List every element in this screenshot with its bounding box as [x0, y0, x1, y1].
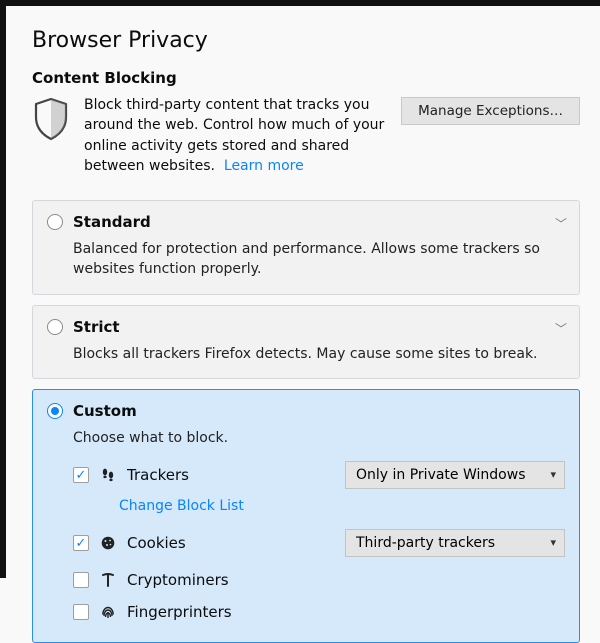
cookie-icon [99, 535, 117, 551]
shield-icon [32, 97, 70, 145]
option-custom[interactable]: Custom Choose what to block. Trackers On… [32, 389, 580, 643]
trackers-label: Trackers [127, 466, 189, 484]
pickaxe-icon [99, 572, 117, 588]
cryptominers-label: Cryptominers [127, 571, 229, 589]
fingerprinters-label: Fingerprinters [127, 603, 232, 621]
option-custom-title: Custom [73, 402, 137, 420]
fingerprint-icon [99, 604, 117, 620]
cookies-label: Cookies [127, 534, 186, 552]
radio-custom[interactable] [47, 403, 63, 419]
radio-standard[interactable] [47, 214, 63, 230]
option-strict-desc: Blocks all trackers Firefox detects. May… [73, 344, 565, 364]
option-standard[interactable]: Standard ﹀ Balanced for protection and p… [32, 200, 580, 295]
manage-exceptions-button[interactable]: Manage Exceptions… [401, 97, 580, 125]
option-custom-desc: Choose what to block. [73, 428, 565, 448]
change-block-list-link[interactable]: Change Block List [119, 498, 565, 514]
radio-strict[interactable] [47, 319, 63, 335]
section-title: Content Blocking [32, 69, 580, 87]
checkbox-trackers[interactable] [73, 467, 89, 483]
chevron-down-icon[interactable]: ﹀ [555, 320, 567, 337]
checkbox-cookies[interactable] [73, 535, 89, 551]
page-title: Browser Privacy [32, 28, 580, 53]
chevron-down-icon[interactable]: ﹀ [555, 215, 567, 232]
option-standard-desc: Balanced for protection and performance.… [73, 239, 565, 280]
checkbox-fingerprinters[interactable] [73, 604, 89, 620]
trackers-select[interactable]: Only in Private Windows [345, 461, 565, 489]
learn-more-link[interactable]: Learn more [224, 158, 304, 174]
checkbox-cryptominers[interactable] [73, 572, 89, 588]
option-strict[interactable]: Strict ﹀ Blocks all trackers Firefox det… [32, 305, 580, 379]
footsteps-icon [99, 467, 117, 483]
cookies-select[interactable]: Third-party trackers [345, 529, 565, 557]
option-standard-title: Standard [73, 213, 151, 231]
option-strict-title: Strict [73, 318, 120, 336]
